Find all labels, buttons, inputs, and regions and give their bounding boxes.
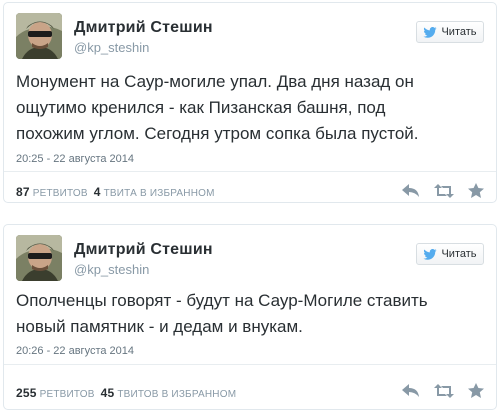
reply-icon[interactable]: [402, 183, 420, 198]
reply-icon[interactable]: [402, 383, 420, 398]
author-handle[interactable]: @kp_steshin: [74, 262, 149, 277]
tweet-timestamp[interactable]: 20:26 - 22 августа 2014: [16, 345, 134, 357]
tweet-timestamp[interactable]: 20:25 - 22 августа 2014: [16, 153, 134, 165]
follow-button[interactable]: Читать: [416, 21, 484, 43]
favorites-label[interactable]: ТВИТА В ИЗБРАННОМ: [104, 188, 215, 199]
favorites-count[interactable]: 4: [94, 185, 101, 199]
divider: [4, 171, 496, 172]
favorites-label[interactable]: ТВИТОВ В ИЗБРАННОМ: [117, 389, 236, 400]
favorites-count[interactable]: 45: [101, 386, 115, 400]
favorite-icon[interactable]: [468, 383, 484, 398]
twitter-bird-icon: [423, 26, 438, 38]
author-handle[interactable]: @kp_steshin: [74, 40, 149, 55]
follow-button[interactable]: Читать: [416, 243, 484, 265]
twitter-bird-icon: [423, 248, 438, 260]
avatar[interactable]: [16, 13, 62, 59]
retweets-label[interactable]: РЕТВИТОВ: [40, 389, 95, 400]
retweets-count[interactable]: 87: [16, 185, 30, 199]
follow-label: Читать: [441, 248, 477, 260]
author-name[interactable]: Дмитрий Стешин: [74, 241, 213, 259]
tweet-actions: [402, 183, 484, 198]
retweets-label[interactable]: РЕТВИТОВ: [33, 188, 88, 199]
tweet-actions: [402, 383, 484, 398]
author-name[interactable]: Дмитрий Стешин: [74, 19, 213, 37]
divider: [4, 364, 496, 365]
tweet-header: Дмитрий Стешин @kp_steshin Читать: [16, 13, 484, 61]
tweet-header: Дмитрий Стешин @kp_steshin Читать: [16, 235, 484, 283]
avatar[interactable]: [16, 235, 62, 281]
retweet-icon[interactable]: [434, 383, 454, 398]
tweet-stats: 255 РЕТВИТОВ 45 ТВИТОВ В ИЗБРАННОМ: [16, 386, 236, 400]
tweet-text: Монумент на Саур-могиле упал. Два дня на…: [16, 72, 419, 143]
retweets-count[interactable]: 255: [16, 386, 37, 400]
tweet-card: Дмитрий Стешин @kp_steshin Читать Ополче…: [3, 224, 497, 410]
tweet-stats: 87 РЕТВИТОВ 4 ТВИТА В ИЗБРАННОМ: [16, 185, 215, 199]
tweet-text: Ополченцы говорят - будут на Саур-Могиле…: [16, 291, 428, 336]
follow-label: Читать: [441, 26, 477, 38]
tweet-card: Дмитрий Стешин @kp_steshin Читать Монуме…: [3, 2, 497, 203]
favorite-icon[interactable]: [468, 183, 484, 198]
retweet-icon[interactable]: [434, 183, 454, 198]
